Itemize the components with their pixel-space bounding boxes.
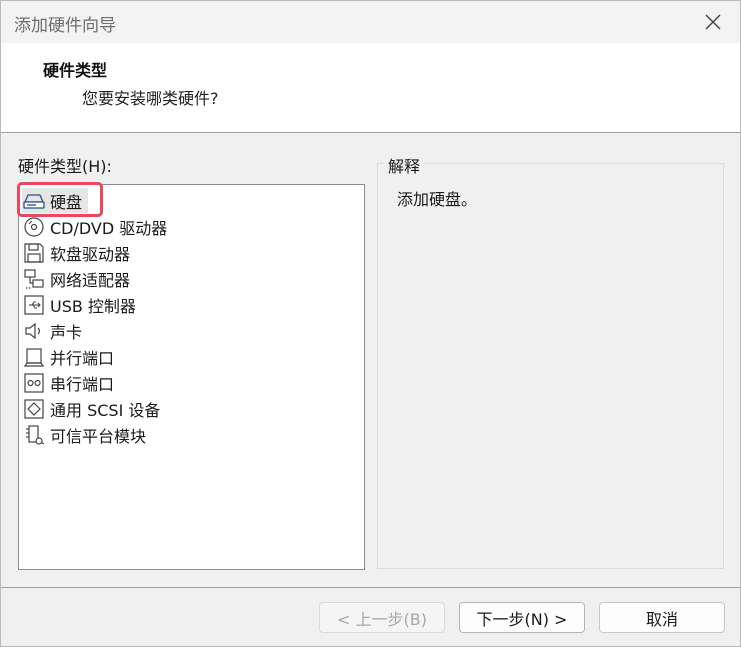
list-item-parallel-port[interactable]: 并行端口 <box>22 344 114 369</box>
add-hardware-wizard-window: 添加硬件向导 硬件类型 您要安装哪类硬件? 硬件类型(H): 硬盘 CD/DVD… <box>0 0 741 647</box>
parallel-port-icon <box>22 346 46 368</box>
hard-disk-icon <box>22 190 46 212</box>
title-bar: 添加硬件向导 <box>1 1 740 43</box>
scsi-icon <box>22 398 46 420</box>
list-item-serial-port[interactable]: 串行端口 <box>22 370 114 395</box>
hardware-type-label: 硬件类型(H): <box>18 157 112 176</box>
window-title: 添加硬件向导 <box>14 16 116 36</box>
list-item-tpm[interactable]: 可信平台模块 <box>22 422 146 447</box>
back-button[interactable]: < 上一步(B) <box>319 602 445 633</box>
wizard-header: 硬件类型 您要安装哪类硬件? <box>1 43 740 133</box>
close-icon <box>705 14 721 30</box>
footer-divider <box>1 587 740 588</box>
explanation-text: 添加硬盘。 <box>397 190 478 209</box>
next-button[interactable]: 下一步(N) > <box>459 602 585 633</box>
explanation-group <box>377 163 724 569</box>
list-item-label: USB 控制器 <box>50 296 136 316</box>
cd-dvd-icon <box>22 216 46 238</box>
list-item-label: 并行端口 <box>50 348 115 368</box>
list-item-label: 声卡 <box>50 322 83 342</box>
close-button[interactable] <box>696 6 730 38</box>
floppy-icon <box>22 242 46 264</box>
list-item-label: CD/DVD 驱动器 <box>50 218 168 238</box>
list-item-label: 软盘驱动器 <box>50 244 131 264</box>
list-item-label: 可信平台模块 <box>50 426 147 446</box>
list-item-label: 串行端口 <box>50 374 115 394</box>
list-item-sound-card[interactable]: 声卡 <box>22 318 82 343</box>
usb-icon <box>22 294 46 316</box>
list-item-label: 通用 SCSI 设备 <box>50 400 161 420</box>
speaker-icon <box>22 320 46 342</box>
list-item-label: 网络适配器 <box>50 270 131 290</box>
serial-port-icon <box>22 372 46 394</box>
hardware-type-list[interactable]: 硬盘 CD/DVD 驱动器 软盘驱动器 网络适配器 USB 控制器 声卡 并行端… <box>18 184 365 570</box>
list-item-usb-controller[interactable]: USB 控制器 <box>22 292 136 317</box>
list-item-scsi-device[interactable]: 通用 SCSI 设备 <box>22 396 160 421</box>
tpm-icon <box>22 424 46 446</box>
list-item-label: 硬盘 <box>50 192 83 212</box>
explanation-label: 解释 <box>384 153 425 177</box>
network-adapter-icon <box>22 268 46 290</box>
list-item-floppy[interactable]: 软盘驱动器 <box>22 240 130 265</box>
list-item-network-adapter[interactable]: 网络适配器 <box>22 266 130 291</box>
cancel-button[interactable]: 取消 <box>599 602 725 633</box>
list-item-cd-dvd[interactable]: CD/DVD 驱动器 <box>22 214 167 239</box>
page-subtitle: 您要安装哪类硬件? <box>82 89 219 108</box>
list-item-hard-disk[interactable]: 硬盘 <box>22 188 89 213</box>
page-title: 硬件类型 <box>43 61 108 80</box>
